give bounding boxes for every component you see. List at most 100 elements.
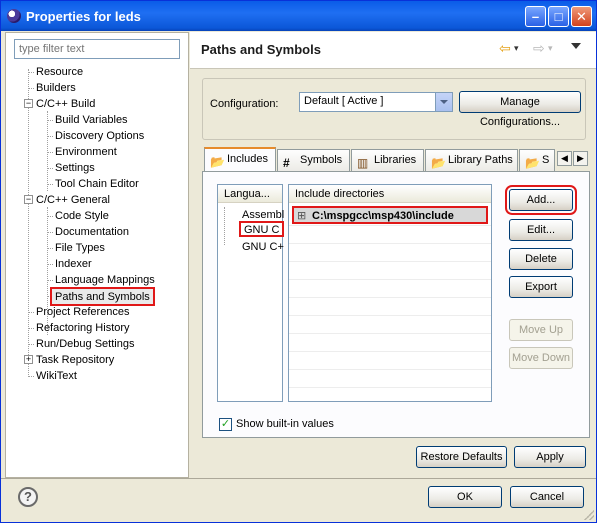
folder-icon: 📂: [431, 156, 446, 170]
tab-source-location[interactable]: 📂 S: [519, 149, 555, 171]
manage-configurations-button[interactable]: Manage Configurations...: [459, 91, 581, 128]
grid-line: [289, 279, 491, 280]
export-button[interactable]: Export: [509, 276, 573, 298]
tree-guide: [224, 207, 225, 245]
tree-item-tool-chain-editor[interactable]: Tool Chain Editor: [55, 176, 139, 192]
restore-defaults-button[interactable]: Restore Defaults: [416, 446, 507, 468]
tab-label: S: [542, 154, 550, 166]
back-history-dropdown-icon[interactable]: ▾: [514, 43, 519, 54]
forward-arrow-icon[interactable]: ⇨: [533, 40, 545, 57]
collapse-icon[interactable]: −: [24, 99, 33, 108]
books-icon: ▥: [357, 156, 369, 170]
tree-item-language-mappings[interactable]: Language Mappings: [55, 272, 155, 288]
close-icon: ✕: [576, 9, 587, 24]
tree-guide: [47, 184, 53, 185]
tree-guide: [47, 264, 53, 265]
include-directory-row[interactable]: ⊞ C:\mspgcc\msp430\include: [292, 206, 488, 224]
tree-item-run-debug-settings[interactable]: Run/Debug Settings: [36, 336, 134, 352]
tree-item-refactoring-history[interactable]: Refactoring History: [36, 320, 130, 336]
show-builtin-checkbox[interactable]: ✓: [219, 418, 232, 431]
include-directories-list[interactable]: Include directories ⊞ C:\mspgcc\msp430\i…: [288, 184, 492, 402]
forward-history-dropdown-icon[interactable]: ▾: [548, 43, 553, 54]
tree-item-project-references[interactable]: Project References: [36, 304, 130, 320]
tree-item-wikitext[interactable]: WikiText: [36, 368, 77, 384]
ok-button[interactable]: OK: [428, 486, 502, 508]
minimize-icon: –: [531, 9, 540, 24]
title-bar[interactable]: Properties for leds – □ ✕: [1, 1, 596, 31]
tree-item-code-style[interactable]: Code Style: [55, 208, 109, 224]
grid-line: [289, 369, 491, 370]
tab-symbols[interactable]: # Symbols: [277, 149, 350, 171]
languages-list[interactable]: Langua... Assembl GNU C GNU C+: [217, 184, 285, 402]
folder-icon: 📂: [210, 155, 225, 169]
help-icon[interactable]: ?: [18, 487, 38, 507]
tree-item-builders[interactable]: Builders: [36, 80, 76, 96]
collapse-icon[interactable]: −: [24, 195, 33, 204]
resize-grip[interactable]: [584, 510, 594, 520]
tree-item-settings[interactable]: Settings: [55, 160, 95, 176]
language-item[interactable]: GNU C+: [242, 239, 284, 255]
add-button[interactable]: Add...: [505, 185, 577, 215]
move-up-button[interactable]: Move Up: [509, 319, 573, 341]
filter-input[interactable]: [14, 39, 180, 59]
move-down-button[interactable]: Move Down: [509, 347, 573, 369]
tree-guide: [47, 168, 53, 169]
tree-guide: [28, 88, 34, 89]
grid-line: [289, 297, 491, 298]
configuration-group: Configuration: Default [ Active ] Manage…: [202, 78, 586, 140]
eclipse-icon: [7, 9, 21, 23]
maximize-button[interactable]: □: [548, 6, 569, 27]
delete-button[interactable]: Delete: [509, 248, 573, 270]
configuration-value: Default [ Active ]: [304, 95, 384, 107]
tab-label: Includes: [227, 153, 268, 165]
tree-guide: [28, 376, 34, 377]
cancel-button[interactable]: Cancel: [510, 486, 584, 508]
apply-button[interactable]: Apply: [514, 446, 586, 468]
tab-label: Library Paths: [448, 154, 513, 166]
chevron-down-icon[interactable]: [435, 93, 452, 111]
back-arrow-icon[interactable]: ⇦: [499, 40, 511, 57]
tab-scroll-right-button[interactable]: ▶: [573, 151, 588, 166]
grid-line: [289, 333, 491, 334]
tree-guide: [28, 344, 34, 345]
tree-guide: [47, 280, 53, 281]
tree-item-c-c-general[interactable]: C/C++ General: [36, 192, 110, 208]
tab-includes[interactable]: 📂 Includes: [204, 147, 276, 172]
includes-tab-body: Langua... Assembl GNU C GNU C+ Include d…: [202, 171, 590, 438]
tree-item-file-types[interactable]: File Types: [55, 240, 105, 256]
hash-icon: #: [283, 156, 290, 170]
tab-scroll-left-button[interactable]: ◀: [557, 151, 572, 166]
tree-item-documentation[interactable]: Documentation: [55, 224, 129, 240]
languages-column-header[interactable]: Langua...: [218, 185, 282, 203]
tree-item-indexer[interactable]: Indexer: [55, 256, 92, 272]
configuration-select[interactable]: Default [ Active ]: [299, 92, 453, 112]
configuration-label: Configuration:: [210, 98, 279, 110]
tab-folder: 📂 Includes # Symbols ▥ Libraries 📂 Libra…: [202, 147, 590, 438]
tree-guide: [28, 312, 34, 313]
close-button[interactable]: ✕: [571, 6, 592, 27]
minimize-button[interactable]: –: [525, 6, 546, 27]
grid-line: [289, 261, 491, 262]
page-title: Paths and Symbols: [201, 42, 321, 57]
language-item-selected[interactable]: GNU C: [239, 221, 285, 237]
window-title: Properties for leds: [26, 9, 141, 24]
show-builtin-label: Show built-in values: [236, 418, 334, 430]
tree-item-discovery-options[interactable]: Discovery Options: [55, 128, 144, 144]
tree-item-task-repository[interactable]: Task Repository: [36, 352, 114, 368]
view-menu-icon[interactable]: [571, 43, 581, 49]
tree-item-build-variables[interactable]: Build Variables: [55, 112, 128, 128]
expand-icon[interactable]: +: [24, 355, 33, 364]
tree-guide: [47, 232, 53, 233]
include-directories-column-header[interactable]: Include directories: [289, 185, 491, 203]
tab-libraries[interactable]: ▥ Libraries: [351, 149, 424, 171]
tree-item-resource[interactable]: Resource: [36, 64, 83, 80]
page-header: Paths and Symbols ⇦ ▾ ⇨ ▾: [190, 32, 596, 69]
folder-icon: 📂: [525, 156, 540, 170]
tree-item-environment[interactable]: Environment: [55, 144, 117, 160]
tree-item-c-c-build[interactable]: C/C++ Build: [36, 96, 95, 112]
include-folder-icon: ⊞: [297, 210, 307, 222]
tab-library-paths[interactable]: 📂 Library Paths: [425, 149, 518, 171]
edit-button[interactable]: Edit...: [509, 219, 573, 241]
tree-guide: [47, 111, 48, 191]
tree-guide: [47, 248, 53, 249]
